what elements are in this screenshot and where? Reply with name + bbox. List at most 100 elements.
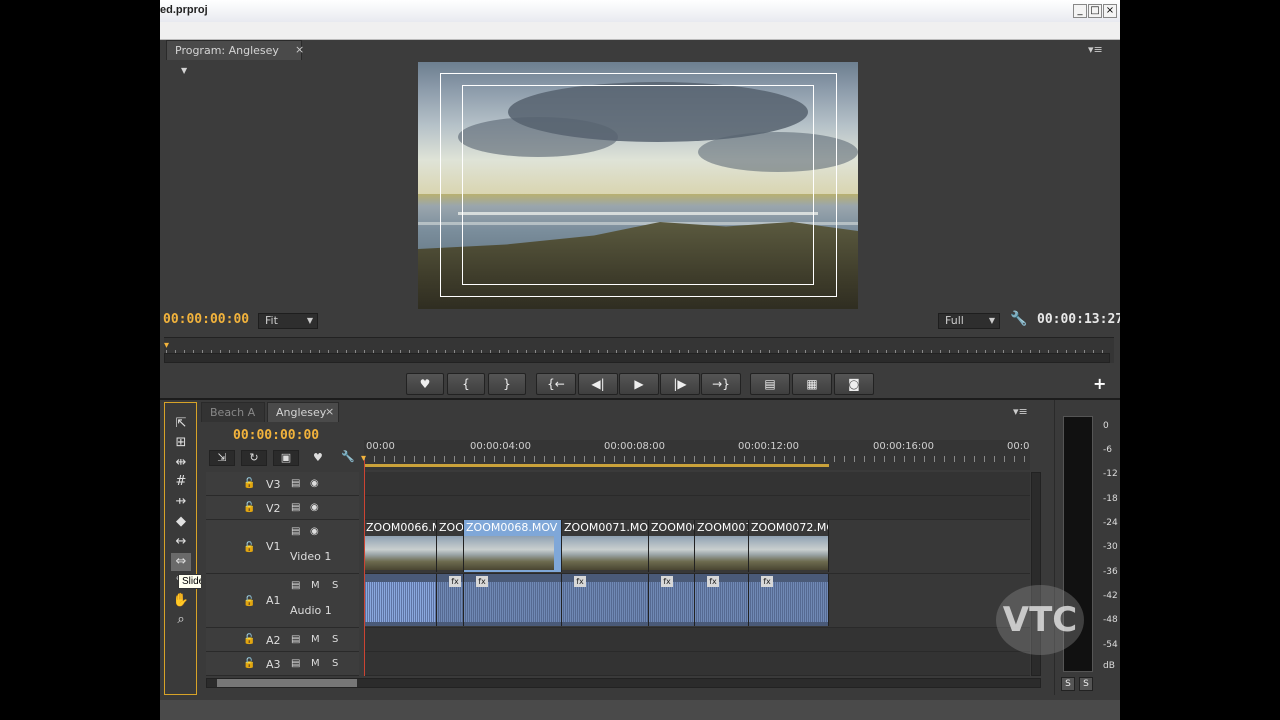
video-clip[interactable]: ZOOM0068.MOV [V — [464, 520, 562, 572]
marker-icon[interactable]: ♥ — [313, 451, 323, 464]
lock-icon[interactable]: 🔓 — [243, 634, 255, 645]
close-tab-icon[interactable]: × — [295, 43, 304, 56]
solo-left-button[interactable]: S — [1061, 677, 1075, 691]
tab-program-monitor[interactable]: Program: Anglesey ▼ — [166, 40, 302, 75]
close-button[interactable]: × — [1103, 4, 1117, 18]
ripple-edit-tool-icon[interactable]: ⇹ — [171, 454, 191, 472]
mark-out-button[interactable]: } — [488, 373, 526, 395]
rate-stretch-tool-icon[interactable]: ⇸ — [171, 493, 191, 511]
waveform — [649, 582, 694, 622]
tab-beach-a[interactable]: Beach A — [201, 402, 265, 422]
zoom-tool-icon[interactable]: ⌕ — [171, 611, 191, 629]
track-area-a2[interactable] — [364, 628, 1030, 652]
minimize-button[interactable]: _ — [1073, 4, 1087, 18]
video-clip[interactable]: ZOO — [437, 520, 464, 572]
audio-clip[interactable]: fx — [562, 574, 649, 626]
playhead-icon[interactable]: ▾ — [164, 340, 169, 351]
timeline-current-time[interactable]: 00:00:00:00 — [233, 428, 319, 443]
ruler-label: 00:00 — [366, 441, 395, 452]
maximize-button[interactable]: □ — [1088, 4, 1102, 18]
chevron-down-icon[interactable]: ▼ — [181, 66, 187, 75]
snap-button-icon[interactable]: ⇲ — [209, 450, 235, 466]
db-label: -42 — [1103, 591, 1118, 601]
video-clip[interactable]: ZOOM007 — [695, 520, 749, 572]
mute-button[interactable]: M — [311, 580, 320, 591]
speaker-icon[interactable]: ▤ — [291, 658, 300, 669]
audio-clip[interactable]: fx — [437, 574, 464, 626]
lock-icon[interactable]: 🔓 — [243, 596, 255, 607]
solo-button[interactable]: S — [332, 634, 338, 645]
audio-clip[interactable]: fx — [749, 574, 829, 626]
step-forward-button[interactable]: |▶ — [660, 373, 700, 395]
slip-tool-icon[interactable]: ↔ — [171, 533, 191, 551]
timeline-playhead-line[interactable] — [364, 460, 365, 676]
scrollbar-thumb[interactable] — [217, 679, 357, 687]
ruler-label: 00:00:04:00 — [470, 441, 532, 452]
fit-dropdown[interactable]: Fit ▼ — [258, 313, 318, 329]
horizontal-scrollbar[interactable] — [206, 678, 1041, 688]
waveform — [749, 582, 828, 622]
lock-icon[interactable]: 🔓 — [243, 542, 255, 553]
razor-tool-icon[interactable]: ◆ — [171, 513, 191, 531]
eye-icon[interactable]: ◉ — [310, 502, 319, 513]
mute-button[interactable]: M — [311, 634, 320, 645]
lift-button[interactable]: ▤ — [750, 373, 790, 395]
fx-badge: fx — [476, 576, 488, 587]
solo-button[interactable]: S — [332, 580, 338, 591]
lock-icon[interactable]: 🔓 — [243, 502, 255, 513]
solo-right-button[interactable]: S — [1079, 677, 1093, 691]
video-clip[interactable]: ZOOM0072.MOV — [749, 520, 829, 572]
panel-menu-icon[interactable]: ▾≡ — [1013, 405, 1028, 418]
go-to-out-button[interactable]: →} — [701, 373, 741, 395]
filmstrip-icon[interactable]: ▤ — [291, 502, 300, 513]
panel-menu-icon[interactable]: ▾≡ — [1088, 43, 1103, 56]
video-clip[interactable]: ZOOM0071.MOV — [562, 520, 649, 572]
audio-clip[interactable]: fx — [695, 574, 749, 626]
speaker-icon[interactable]: ▤ — [291, 580, 300, 591]
track-area-a3[interactable] — [364, 652, 1030, 676]
video-clip[interactable]: ZOOM00 — [649, 520, 695, 572]
link-button-icon[interactable]: ↻ — [241, 450, 267, 466]
lock-icon[interactable]: 🔓 — [243, 658, 255, 669]
rolling-edit-tool-icon[interactable]: # — [171, 473, 191, 491]
audio-clip[interactable] — [364, 574, 437, 626]
solo-button[interactable]: S — [332, 658, 338, 669]
program-current-time[interactable]: 00:00:00:00 — [163, 312, 249, 327]
add-marker-button[interactable]: ♥ — [406, 373, 444, 395]
filmstrip-icon[interactable]: ▤ — [291, 526, 300, 537]
go-to-in-button[interactable]: {← — [536, 373, 576, 395]
track-area-v3[interactable] — [364, 472, 1030, 496]
monitor-zoom-scrollbar[interactable] — [164, 353, 1110, 363]
slide-tool-icon[interactable]: ⇔ — [171, 553, 191, 571]
hand-tool-icon[interactable]: ✋ — [171, 592, 191, 610]
filmstrip-icon[interactable]: ▤ — [291, 478, 300, 489]
clip-label: ZOOM0071.MOV — [564, 521, 649, 534]
track-area-v1[interactable]: ZOOM0066.MC ZOO ZOOM0068.MOV [V ZOOM0071… — [364, 520, 1030, 574]
audio-clip[interactable]: fx — [649, 574, 695, 626]
add-marker-icon[interactable]: ▣ — [273, 450, 299, 466]
add-button-icon[interactable]: + — [1093, 374, 1106, 393]
eye-icon[interactable]: ◉ — [310, 478, 319, 489]
play-button[interactable]: ▶ — [619, 373, 659, 395]
eye-icon[interactable]: ◉ — [310, 526, 319, 537]
audio-clip[interactable]: fx — [464, 574, 562, 626]
mute-button[interactable]: M — [311, 658, 320, 669]
quality-dropdown[interactable]: Full ▼ — [938, 313, 1000, 329]
mark-in-button[interactable]: { — [447, 373, 485, 395]
close-tab-icon[interactable]: × — [325, 405, 334, 418]
track-area-v2[interactable] — [364, 496, 1030, 520]
wrench-icon[interactable]: 🔧 — [341, 450, 355, 463]
track-select-tool-icon[interactable]: ⊞ — [171, 434, 191, 452]
step-back-button[interactable]: ◀| — [578, 373, 618, 395]
monitor-time-ruler[interactable]: ▾ — [164, 337, 1114, 363]
work-area-bar[interactable] — [364, 464, 829, 467]
lock-icon[interactable]: 🔓 — [243, 478, 255, 489]
wrench-icon[interactable]: 🔧 — [1010, 311, 1027, 327]
timeline-ruler[interactable]: 00:00 00:00:04:00 00:00:08:00 00:00:12:0… — [361, 440, 1030, 470]
selection-tool-icon[interactable]: ⇱ — [171, 415, 191, 433]
export-frame-button[interactable]: ◙ — [834, 373, 874, 395]
video-clip[interactable]: ZOOM0066.MC — [364, 520, 437, 572]
extract-button[interactable]: ▦ — [792, 373, 832, 395]
speaker-icon[interactable]: ▤ — [291, 634, 300, 645]
track-area-a1[interactable]: fx fx fx fx fx fx — [364, 574, 1030, 628]
